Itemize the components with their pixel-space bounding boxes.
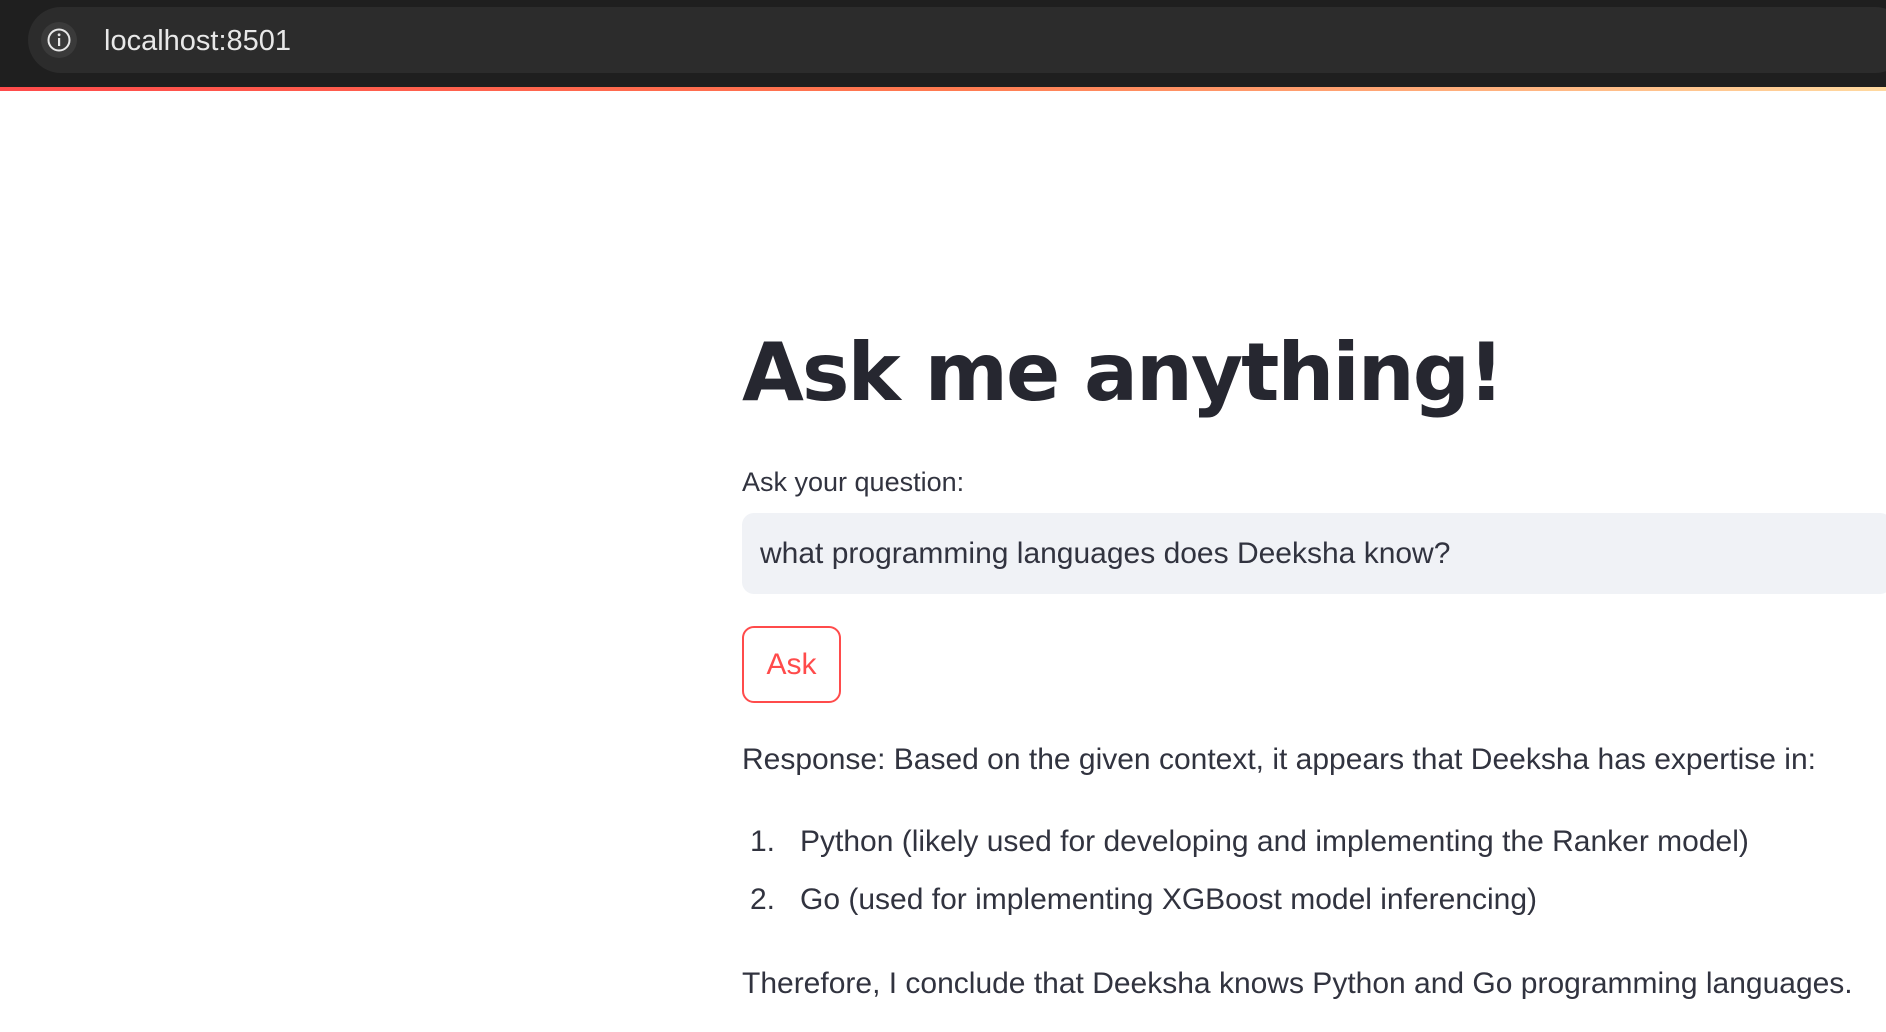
response-conclusion: Therefore, I conclude that Deeksha knows… — [742, 967, 1853, 1000]
response-intro: Response: Based on the given context, it… — [742, 743, 1816, 776]
question-label: Ask your question: — [742, 467, 965, 497]
url-text[interactable]: localhost:8501 — [104, 19, 291, 63]
question-input[interactable] — [742, 513, 1886, 594]
list-item-number: 2. — [750, 883, 776, 916]
list-item-number: 1. — [750, 825, 776, 858]
page-title: Ask me anything! — [742, 326, 1504, 419]
main-content: Ask me anything! Ask your question: Ask … — [742, 0, 1886, 1032]
ask-button[interactable]: Ask — [742, 626, 841, 703]
list-item-text: Python (likely used for developing and i… — [800, 825, 1749, 858]
list-item-text: Go (used for implementing XGBoost model … — [800, 883, 1538, 916]
info-icon[interactable] — [41, 22, 77, 58]
